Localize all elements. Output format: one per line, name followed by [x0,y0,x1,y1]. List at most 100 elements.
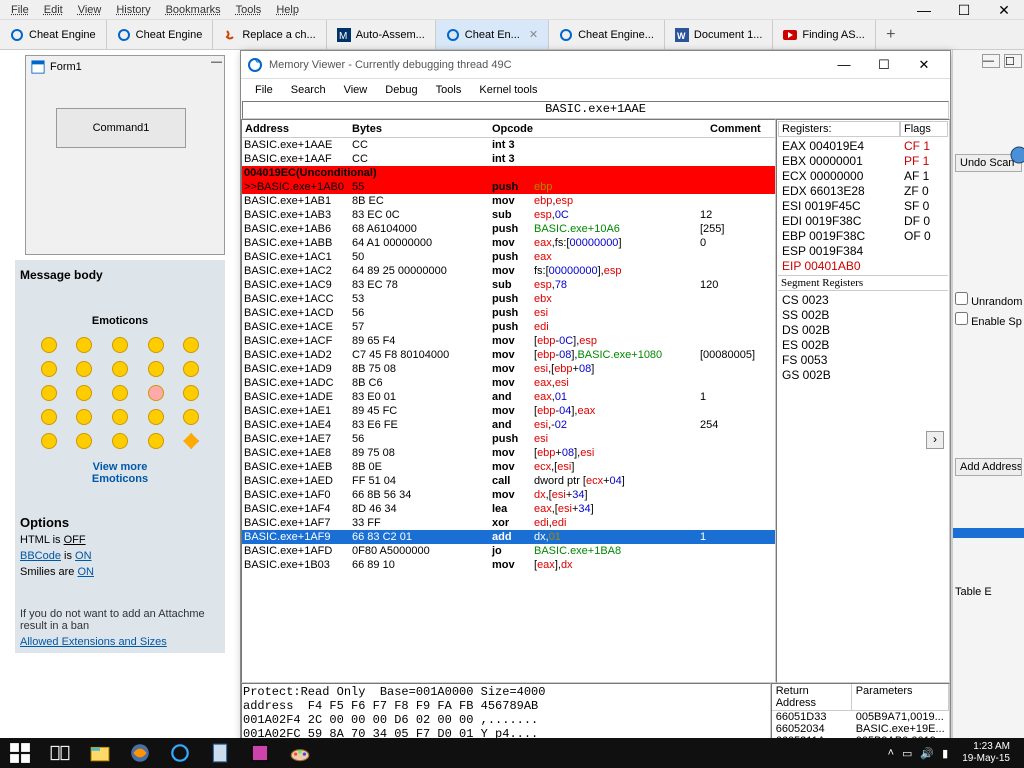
disasm-row[interactable]: BASIC.exe+1AD98B 75 08movesi,[ebp+08] [242,362,775,376]
register-edi[interactable]: EDI 0019F38C [782,214,896,228]
taskview-button[interactable] [40,738,80,768]
flag-sf[interactable]: SF 0 [904,199,944,213]
menu-help[interactable]: Help [270,2,305,17]
disasm-row[interactable]: BASIC.exe+1AFD0F80 A5000000joBASIC.exe+1… [242,544,775,558]
network-icon[interactable]: ▮ [942,747,948,760]
emoticon[interactable] [183,361,199,377]
register-edx[interactable]: EDX 66013E28 [782,184,896,198]
emoticon[interactable] [112,361,128,377]
emoticon[interactable] [148,361,164,377]
explorer-taskbar-icon[interactable] [80,738,120,768]
menu-file[interactable]: File [5,2,35,17]
mv-menu-search[interactable]: Search [283,82,334,98]
segment-es[interactable]: ES 002B [782,338,944,352]
paint-taskbar-icon[interactable] [280,738,320,768]
disasm-row[interactable]: BASIC.exe+1AE189 45 FCmov[ebp-04],eax [242,404,775,418]
disasm-row[interactable]: BASIC.exe+1AC264 89 25 00000000movfs:[00… [242,264,775,278]
mv-menu-tools[interactable]: Tools [428,82,470,98]
col-address[interactable]: Address [242,123,352,135]
disasm-row[interactable]: BASIC.exe+1AF966 83 C2 01adddx,011 [242,530,775,544]
add-address-button[interactable]: Add Address M [955,458,1022,476]
mv-menu-file[interactable]: File [247,82,281,98]
main-menubar[interactable]: File Edit View History Bookmarks Tools H… [0,0,1024,20]
form1-minimize[interactable]: — [211,56,222,68]
register-esi[interactable]: ESI 0019F45C [782,199,896,213]
view-more-link[interactable]: View moreEmoticons [20,461,220,485]
gear-icon[interactable] [1004,140,1024,170]
menu-view[interactable]: View [72,2,108,17]
disasm-row[interactable]: BASIC.exe+1ACC53pushebx [242,292,775,306]
allowed-extensions-link[interactable]: Allowed Extensions and Sizes [20,636,167,648]
flag-pf[interactable]: PF 1 [904,154,944,168]
mv-address-bar[interactable]: BASIC.exe+1AAE [242,101,949,119]
emoticon[interactable] [76,385,92,401]
flag-df[interactable]: DF 0 [904,214,944,228]
bbcode-state[interactable]: ON [75,550,92,562]
emoticon[interactable] [41,337,57,353]
smilies-state[interactable]: ON [77,566,94,578]
command1-button[interactable]: Command1 [56,108,186,148]
emoticon[interactable] [112,385,128,401]
unrandomize-checkbox[interactable] [955,292,968,305]
emoticon[interactable] [76,361,92,377]
browser-tab[interactable]: WDocument 1... [665,20,773,49]
browser-tab[interactable]: Cheat Engine [0,20,107,49]
disasm-row[interactable]: BASIC.exe+1ACD56pushesi [242,306,775,320]
emoticon[interactable] [148,337,164,353]
browser-tab[interactable]: Cheat Engine... [549,20,665,49]
emoticon[interactable] [148,385,164,401]
flag-zf[interactable]: ZF 0 [904,184,944,198]
stack-row[interactable]: 66052034BASIC.exe+19E... [772,723,949,735]
browser-tab[interactable]: Finding AS... [773,20,875,49]
ce-min[interactable]: — [982,54,1000,68]
disasm-row[interactable]: 004019EC(Unconditional) [242,166,775,180]
emoticon[interactable] [41,385,57,401]
browser-tab[interactable]: Replace a ch... [213,20,326,49]
disasm-row[interactable]: BASIC.exe+1AF48D 46 34leaeax,[esi+34] [242,502,775,516]
emoticon[interactable] [112,337,128,353]
segment-ss[interactable]: SS 002B [782,308,944,322]
register-esp[interactable]: ESP 0019F384 [782,244,896,258]
segment-cs[interactable]: CS 0023 [782,293,944,307]
tray-expand[interactable]: ˄ [888,747,894,759]
mv-menu-kernel[interactable]: Kernel tools [471,82,545,98]
emoticon[interactable] [76,409,92,425]
disasm-row[interactable]: BASIC.exe+1AD2C7 45 F8 80104000mov[ebp-0… [242,348,775,362]
disasm-row[interactable]: BASIC.exe+1AE483 E6 FEandesi,-02254 [242,418,775,432]
flag-cf[interactable]: CF 1 [904,139,944,153]
emoticon[interactable] [112,409,128,425]
maximize-button[interactable]: ☐ [944,0,984,20]
register-ecx[interactable]: ECX 00000000 [782,169,896,183]
disasm-row[interactable]: BASIC.exe+1AE889 75 08mov[ebp+08],esi [242,446,775,460]
disasm-row[interactable]: BASIC.exe+1ACE57pushedi [242,320,775,334]
disasm-row[interactable]: BASIC.exe+1ADC8B C6moveax,esi [242,376,775,390]
disasm-row[interactable]: BASIC.exe+1AB668 A6104000pushBASIC.exe+1… [242,222,775,236]
mv-menu-view[interactable]: View [336,82,376,98]
emoticon[interactable] [112,433,128,449]
stack-row[interactable]: 66051D33005B9A71,0019... [772,711,949,723]
flag-of[interactable]: OF 0 [904,229,944,243]
form1-titlebar[interactable]: Form1 — [26,56,224,78]
disasm-row[interactable]: >>BASIC.exe+1AB055pushebp [242,180,775,194]
emoticon[interactable] [41,409,57,425]
tab-close-icon[interactable]: ✕ [529,28,538,41]
start-button[interactable] [0,738,40,768]
emoticon[interactable] [148,433,164,449]
emoticon[interactable] [183,409,199,425]
col-comment[interactable]: Comment [710,123,775,135]
disasm-row[interactable]: BASIC.exe+1AEB8B 0Emovecx,[esi] [242,460,775,474]
firefox-taskbar-icon[interactable] [120,738,160,768]
battery-icon[interactable]: ▭ [902,747,912,760]
disasm-row[interactable]: BASIC.exe+1ACF89 65 F4mov[ebp-0C],esp [242,334,775,348]
enable-checkbox[interactable] [955,312,968,325]
segment-gs[interactable]: GS 002B [782,368,944,382]
disasm-row[interactable]: BASIC.exe+1AAFCCint 3 [242,152,775,166]
bbcode-link[interactable]: BBCode [20,550,61,562]
register-ebx[interactable]: EBX 00000001 [782,154,896,168]
app-taskbar-icon[interactable] [240,738,280,768]
mv-close[interactable]: ✕ [904,53,944,77]
mv-maximize[interactable]: ☐ [864,53,904,77]
emoticon[interactable] [41,361,57,377]
disasm-row[interactable]: BASIC.exe+1AB383 EC 0Csubesp,0C12 [242,208,775,222]
disasm-row[interactable]: BASIC.exe+1ABB64 A1 00000000moveax,fs:[0… [242,236,775,250]
